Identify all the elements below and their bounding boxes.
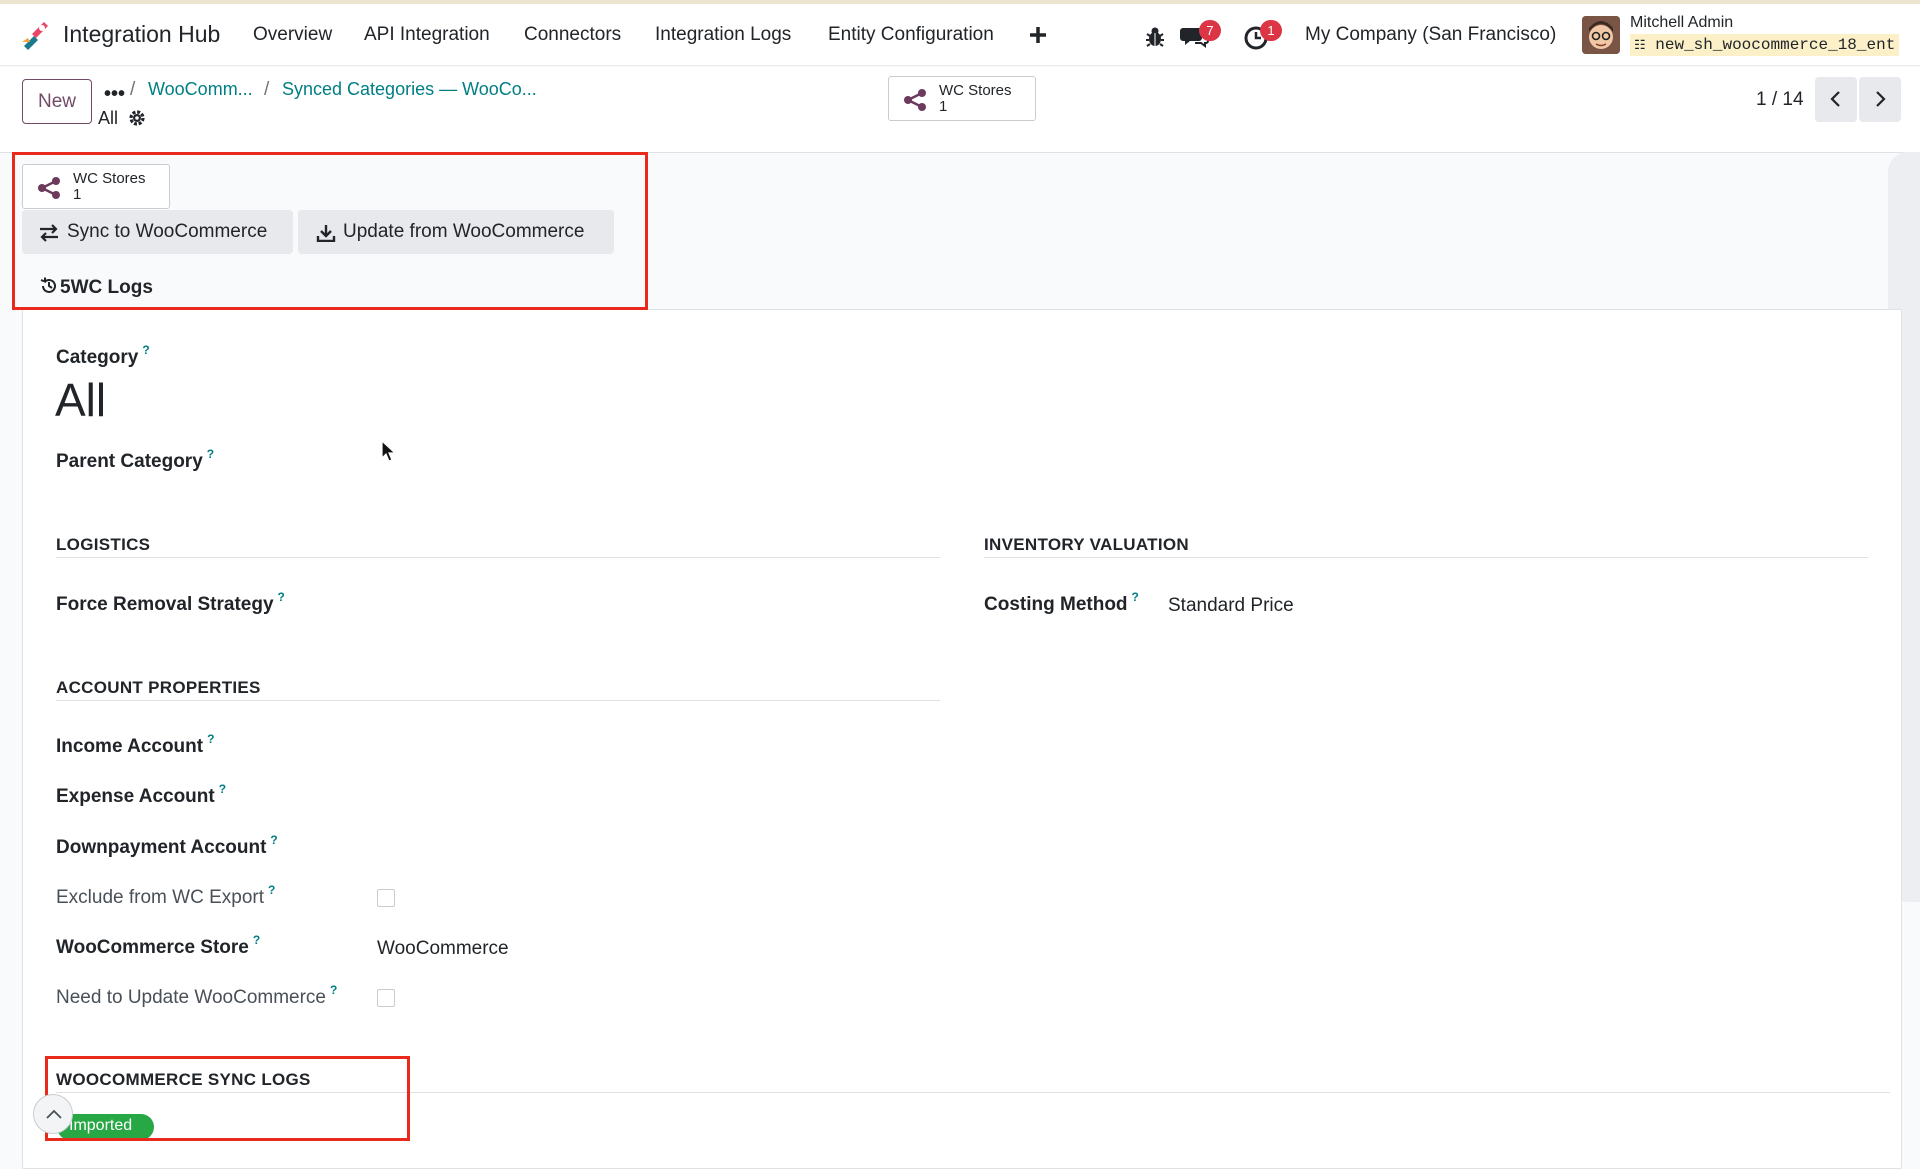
menu-connectors[interactable]: Connectors — [524, 24, 621, 46]
activities-badge: 1 — [1260, 20, 1282, 41]
exclude-from-wc-export-label: Exclude from WC Export? — [56, 883, 276, 908]
need-to-update-woocommerce-label: Need to Update WooCommerce? — [56, 983, 338, 1008]
menu-overview[interactable]: Overview — [253, 24, 332, 46]
expense-account-field[interactable] — [378, 786, 918, 812]
help-tooltip-icon[interactable]: ? — [253, 933, 260, 947]
control-panel: New ••• / WooComm... / Synced Categories… — [0, 67, 1920, 153]
app-logo-icon[interactable] — [18, 18, 52, 52]
help-tooltip-icon[interactable]: ? — [330, 983, 337, 997]
logistics-section-title: LOGISTICS — [56, 535, 151, 554]
breadcrumb-synced-categories[interactable]: Synced Categories — WooCo... — [282, 79, 537, 100]
woocommerce-store-label: WooCommerce Store? — [56, 933, 261, 958]
help-tooltip-icon[interactable]: ? — [1132, 590, 1139, 604]
pager-previous-button[interactable] — [1815, 77, 1857, 122]
smart-button-count: 1 — [939, 98, 948, 115]
plus-icon[interactable] — [1029, 26, 1047, 44]
menu-integration-logs[interactable]: Integration Logs — [655, 24, 791, 46]
inventory-valuation-section-title: INVENTORY VALUATION — [984, 535, 1189, 554]
database-icon: ☷ — [1634, 38, 1646, 53]
costing-method-label: Costing Method? — [984, 590, 1139, 615]
category-name-field[interactable]: All — [55, 373, 106, 427]
downpayment-account-label: Downpayment Account? — [56, 833, 278, 858]
top-navbar: Integration Hub Overview API Integration… — [0, 4, 1920, 66]
highlight-box-sync-logs — [45, 1056, 410, 1141]
avatar-face-icon — [1582, 16, 1620, 54]
help-tooltip-icon[interactable]: ? — [268, 883, 275, 897]
expense-account-label: Expense Account? — [56, 782, 227, 807]
chevron-right-icon — [1876, 91, 1886, 107]
income-account-field[interactable] — [378, 736, 918, 762]
messages-badge: 7 — [1199, 20, 1221, 41]
user-avatar[interactable] — [1582, 16, 1620, 54]
pager-next-button[interactable] — [1859, 77, 1901, 122]
breadcrumb-current-record: All — [98, 108, 119, 128]
help-tooltip-icon[interactable]: ? — [270, 833, 277, 847]
menu-entity-configuration[interactable]: Entity Configuration — [828, 24, 994, 46]
debug-bug-icon[interactable] — [1140, 22, 1170, 52]
section-divider — [56, 557, 940, 558]
section-divider — [56, 700, 940, 701]
user-name[interactable]: Mitchell Admin — [1630, 14, 1733, 32]
force-removal-strategy-label: Force Removal Strategy? — [56, 590, 285, 615]
database-name-text: new_sh_woocommerce_18_ent — [1655, 36, 1896, 54]
parent-category-label: Parent Category? — [56, 447, 215, 472]
account-properties-section-title: ACCOUNT PROPERTIES — [56, 678, 261, 697]
help-tooltip-icon[interactable]: ? — [219, 782, 226, 796]
new-button[interactable]: New — [22, 79, 92, 124]
income-account-label: Income Account? — [56, 732, 215, 757]
company-switcher[interactable]: My Company (San Francisco) — [1305, 24, 1556, 46]
force-removal-strategy-field[interactable] — [378, 594, 918, 620]
smart-button-label: WC Stores — [939, 82, 1012, 99]
help-tooltip-icon[interactable]: ? — [207, 732, 214, 746]
form-sheet — [22, 309, 1902, 1169]
help-tooltip-icon[interactable]: ? — [142, 343, 149, 357]
section-divider — [984, 557, 1868, 558]
pager-value[interactable]: 1 / 14 — [1756, 89, 1804, 111]
gear-icon[interactable] — [127, 108, 147, 128]
wc-stores-smart-button-header[interactable]: WC Stores 1 — [888, 76, 1036, 121]
breadcrumb-more-dots[interactable]: ••• — [104, 83, 125, 106]
woocommerce-store-value[interactable]: WooCommerce — [377, 938, 509, 960]
app-name[interactable]: Integration Hub — [63, 21, 220, 48]
category-label: Category? — [56, 343, 150, 368]
scroll-to-top-button[interactable] — [33, 1094, 73, 1134]
help-tooltip-icon[interactable]: ? — [278, 590, 285, 604]
breadcrumb-woocommerce[interactable]: WooComm... — [148, 79, 253, 100]
downpayment-account-field[interactable] — [378, 837, 918, 863]
chevron-up-icon — [46, 1109, 62, 1119]
database-name: ☷ new_sh_woocommerce_18_ent — [1630, 34, 1900, 56]
exclude-from-wc-export-checkbox[interactable] — [377, 889, 395, 907]
costing-method-value[interactable]: Standard Price — [1168, 595, 1294, 617]
chevron-left-icon — [1830, 91, 1840, 107]
breadcrumb-separator: / — [130, 79, 136, 100]
help-tooltip-icon[interactable]: ? — [207, 447, 214, 461]
breadcrumb-separator: / — [264, 79, 270, 100]
mouse-cursor-icon — [381, 440, 397, 462]
menu-api-integration[interactable]: API Integration — [364, 24, 490, 46]
parent-category-field[interactable] — [378, 451, 918, 477]
highlight-box-button-area — [12, 152, 648, 310]
need-to-update-woocommerce-checkbox[interactable] — [377, 989, 395, 1007]
share-nodes-icon — [904, 89, 926, 111]
